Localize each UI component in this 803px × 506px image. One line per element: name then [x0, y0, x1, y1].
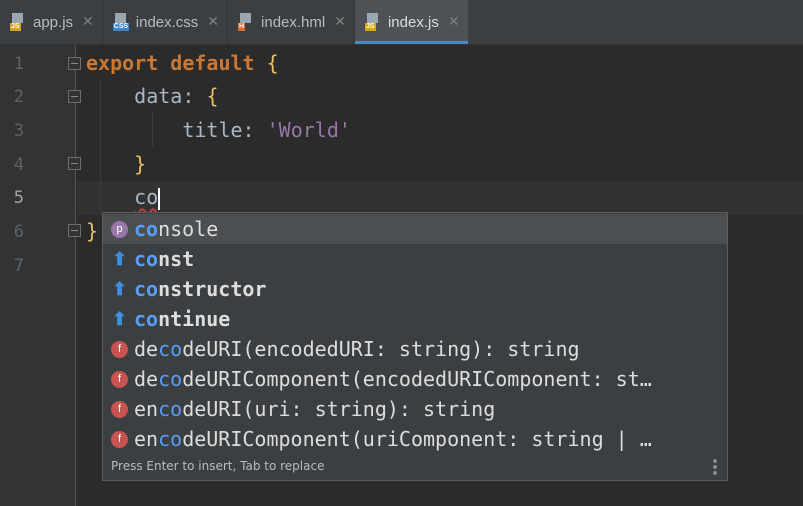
completion-item[interactable]: f de co deURI(encodedURI: string): string	[103, 334, 727, 364]
line-number: 4	[13, 155, 24, 175]
code-line-4: }	[134, 152, 147, 176]
tab-index-js[interactable]: JS index.js ✕	[354, 0, 468, 44]
completion-item[interactable]: f en co deURIComponent(uriComponent: string…	[103, 424, 727, 454]
tab-label: index.hml	[261, 13, 326, 31]
close-icon[interactable]: ✕	[334, 14, 346, 30]
autocomplete-popup: p co nsole ⬆ co nst ⬆ co nstructor ⬆ co ntinue f…	[102, 212, 728, 481]
function-icon: f	[111, 370, 128, 388]
function-icon: f	[111, 430, 128, 448]
line-number: 2	[13, 87, 24, 107]
close-icon[interactable]: ✕	[448, 14, 460, 30]
completion-item[interactable]: p co nsole	[103, 214, 727, 244]
fold-marker-icon[interactable]	[68, 224, 81, 237]
tab-app-js[interactable]: JS app.js ✕	[0, 0, 102, 44]
completion-item[interactable]: f de co deURIComponent(encodedURIComponent:…	[103, 364, 727, 394]
text-caret	[158, 187, 161, 210]
code-line-5: co	[134, 185, 161, 210]
property-icon: p	[111, 220, 128, 238]
completion-item[interactable]: f en co deURI(uri: string): string	[103, 394, 727, 424]
completion-item[interactable]: ⬆ co nst	[103, 244, 727, 274]
tab-index-css[interactable]: CSS index.css ✕	[103, 0, 227, 44]
tab-index-hml[interactable]: H index.hml ✕	[228, 0, 354, 44]
completion-hint: Press Enter to insert, Tab to replace	[111, 459, 325, 473]
completion-item[interactable]: ⬆ co ntinue	[103, 304, 727, 334]
hml-file-icon: H	[238, 13, 254, 31]
keyword-arrow-icon: ⬆	[111, 248, 128, 269]
function-icon: f	[111, 340, 128, 358]
keyword-arrow-icon: ⬆	[111, 308, 128, 329]
code-line-6: }	[86, 219, 99, 243]
line-number: 5	[13, 188, 24, 208]
more-options-icon[interactable]	[713, 459, 717, 475]
editor-tab-bar: JS app.js ✕ CSS index.css ✕ H index.hml …	[0, 0, 803, 45]
keyword-arrow-icon: ⬆	[111, 278, 128, 299]
css-file-icon: CSS	[112, 13, 130, 31]
js-file-icon: JS	[364, 13, 381, 31]
close-icon[interactable]: ✕	[207, 14, 219, 30]
code-line-3: title: 'World'	[182, 118, 351, 142]
fold-marker-icon[interactable]	[68, 57, 81, 70]
line-number: 7	[13, 256, 24, 276]
js-file-icon: JS	[10, 13, 26, 31]
tab-label: index.js	[387, 13, 439, 31]
fold-marker-icon[interactable]	[68, 157, 81, 170]
function-icon: f	[111, 400, 128, 418]
close-icon[interactable]: ✕	[82, 14, 94, 30]
code-line-2: data: {	[134, 84, 219, 108]
fold-marker-icon[interactable]	[68, 90, 81, 103]
line-number: 6	[13, 222, 24, 242]
line-number: 1	[13, 54, 24, 74]
line-number-gutter: 1 2 3 4 5 6 7	[0, 45, 81, 506]
current-line-highlight	[77, 181, 803, 215]
completion-item[interactable]: ⬆ co nstructor	[103, 274, 727, 304]
tab-label: index.css	[135, 13, 199, 31]
code-line-1: export default {	[86, 51, 279, 75]
line-number: 3	[13, 121, 24, 141]
tab-label: app.js	[33, 13, 74, 31]
